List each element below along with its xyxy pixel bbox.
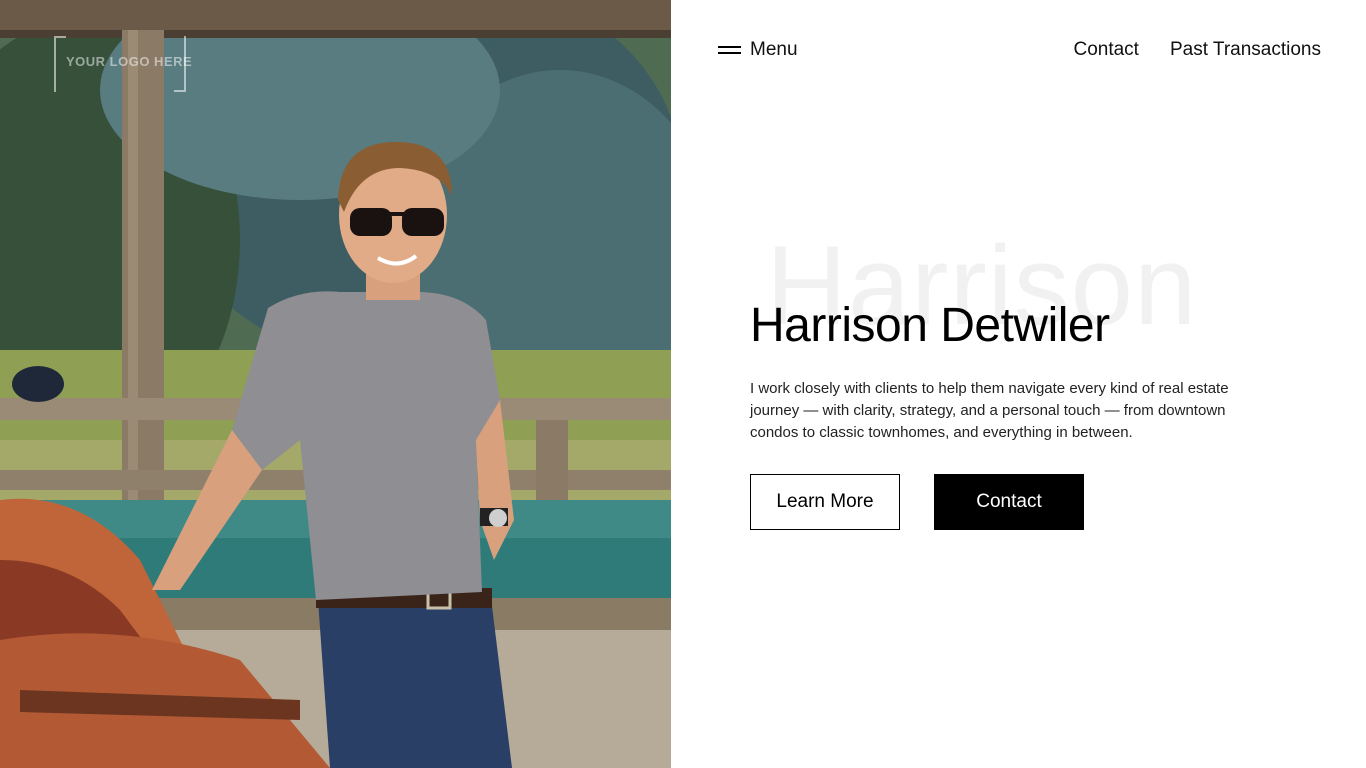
page-title: Harrison Detwiler — [750, 299, 1110, 352]
menu-button[interactable]: Menu — [718, 36, 798, 64]
hero-photo: YOUR LOGO HERE — [0, 0, 671, 768]
learn-more-button[interactable]: Learn More — [750, 474, 900, 530]
logo-text: YOUR LOGO HERE — [66, 54, 193, 69]
hamburger-icon — [718, 45, 741, 55]
menu-label: Menu — [750, 39, 798, 60]
logo[interactable]: YOUR LOGO HERE — [54, 36, 192, 92]
nav-link-contact[interactable]: Contact — [1073, 39, 1138, 61]
hero-description: I work closely with clients to help them… — [750, 380, 1229, 441]
contact-button[interactable]: Contact — [934, 474, 1084, 530]
hero-photo-illustration — [0, 0, 671, 768]
nav-link-past-transactions[interactable]: Past Transactions — [1170, 39, 1321, 61]
top-nav: Contact Past Transactions — [1073, 36, 1321, 64]
